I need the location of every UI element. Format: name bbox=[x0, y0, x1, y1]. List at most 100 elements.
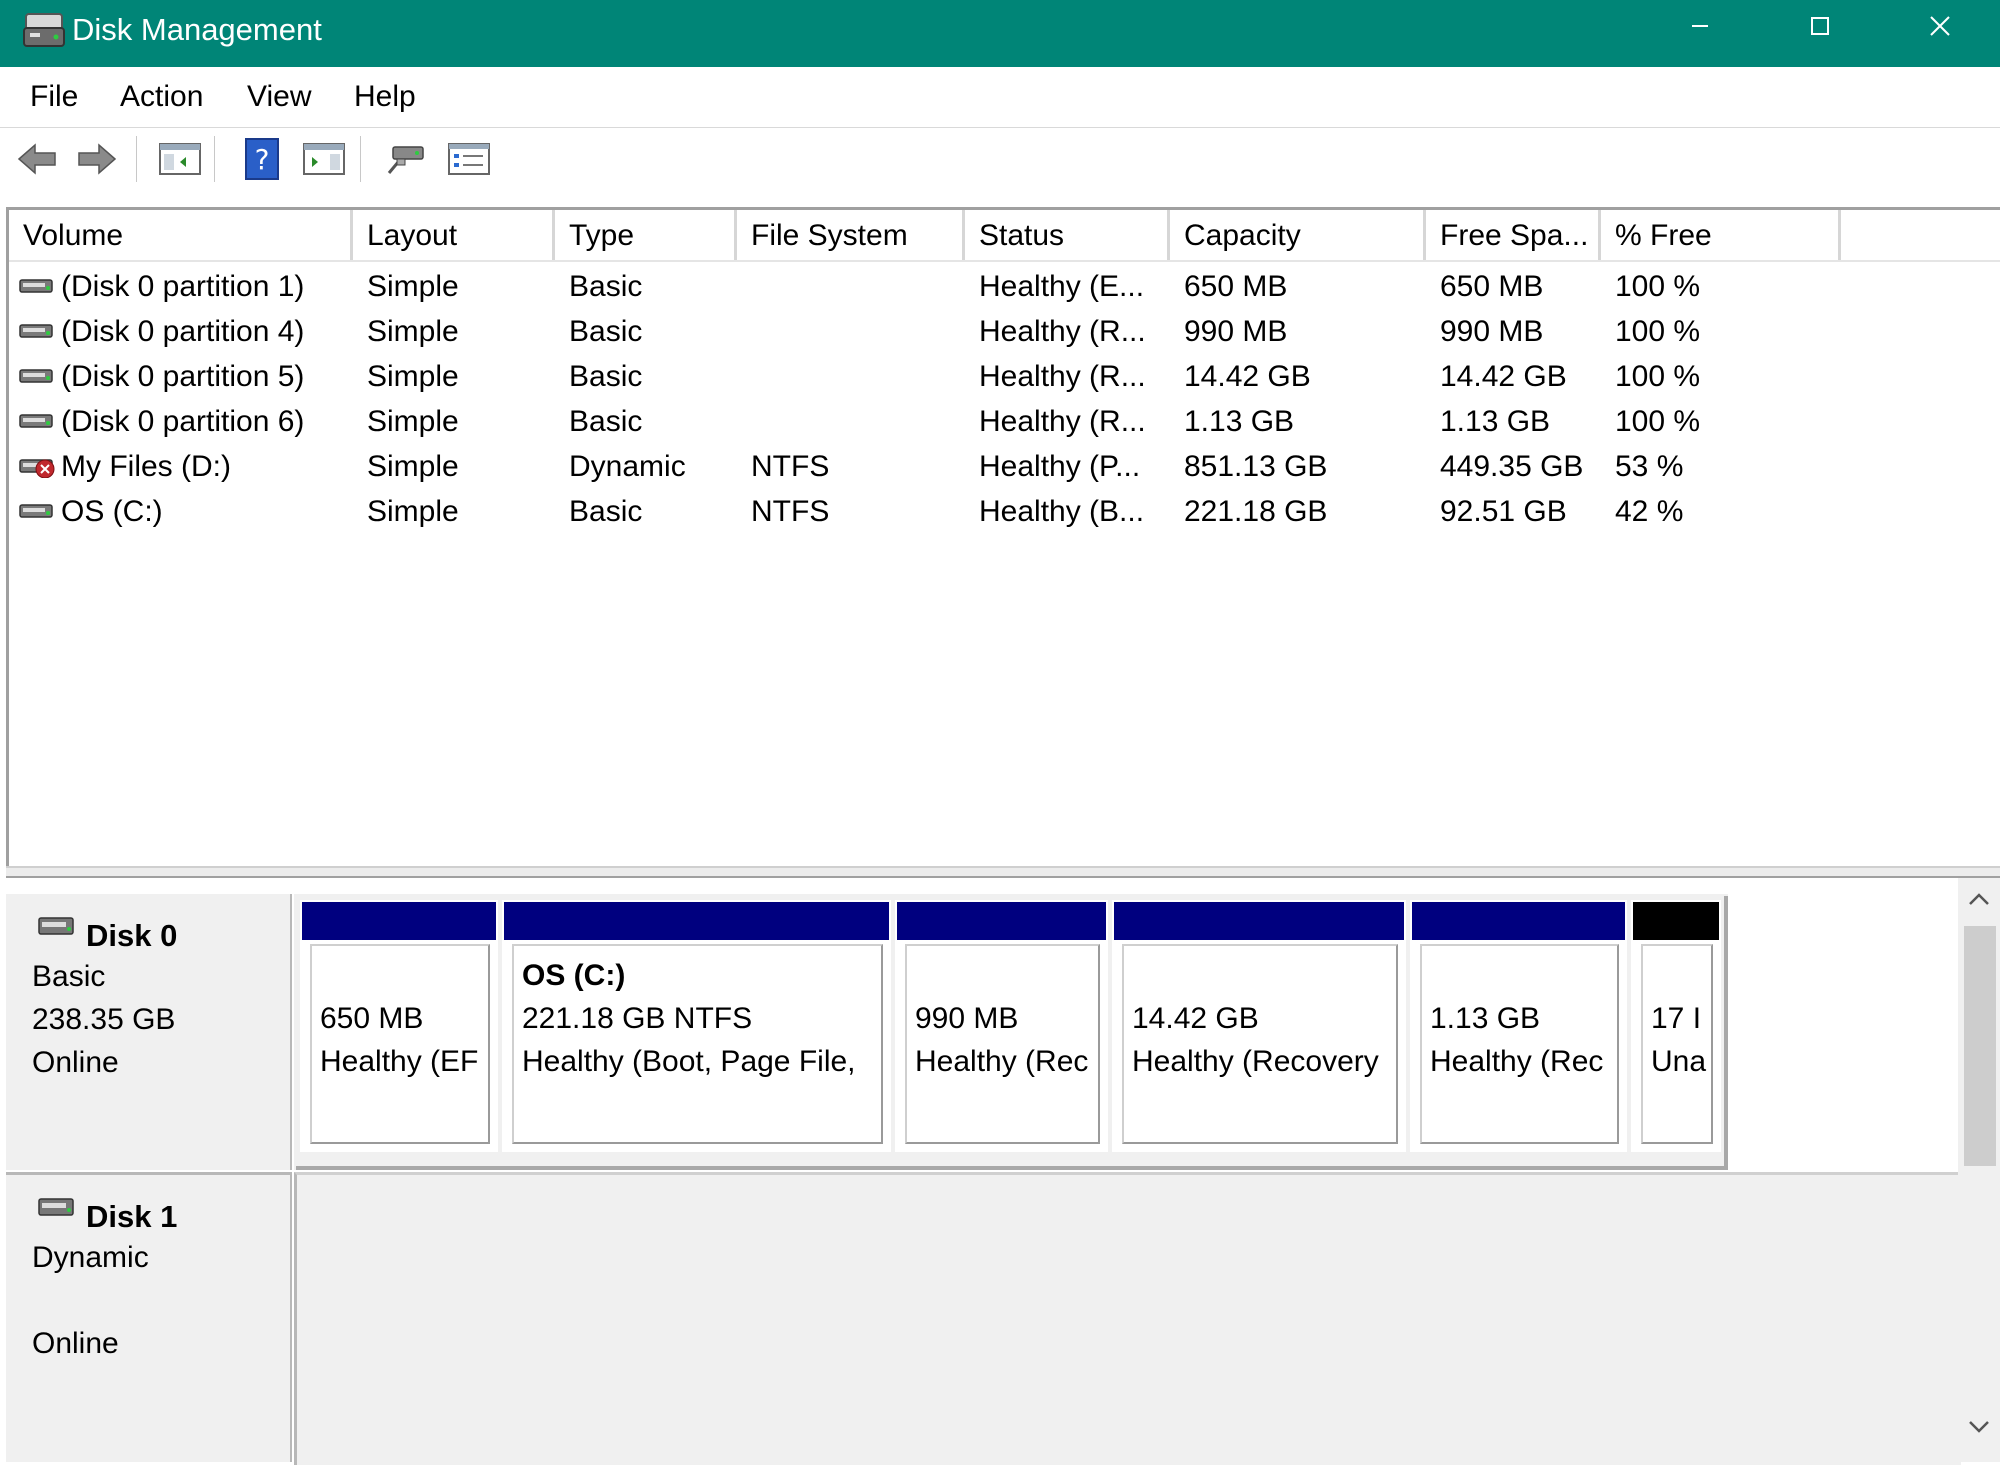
partition-status: Healthy (Recovery bbox=[1132, 1045, 1379, 1078]
cell-free-space: 14.42 GB bbox=[1440, 360, 1567, 393]
drive-icon bbox=[19, 414, 53, 428]
cell-capacity: 990 MB bbox=[1184, 315, 1288, 348]
scroll-down-icon[interactable] bbox=[1968, 1420, 1990, 1434]
cell-free-space: 650 MB bbox=[1440, 270, 1544, 303]
cell-percent-free: 100 % bbox=[1615, 360, 1701, 393]
help-button[interactable]: ? bbox=[237, 134, 287, 184]
partition-size: 221.18 GB NTFS bbox=[522, 1002, 753, 1035]
cell-volume: My Files (D:) bbox=[61, 450, 231, 483]
table-row[interactable]: (Disk 0 partition 1) Simple Basic Healthy (… bbox=[9, 264, 2000, 309]
close-button[interactable] bbox=[1880, 0, 2000, 52]
cell-free-space: 92.51 GB bbox=[1440, 495, 1567, 528]
scroll-up-icon[interactable] bbox=[1968, 892, 1990, 906]
maximize-button[interactable] bbox=[1760, 0, 1880, 52]
table-row[interactable]: OS (C:) Simple Basic NTFS Healthy (B... 221.1… bbox=[9, 489, 2000, 534]
cell-volume: (Disk 0 partition 4) bbox=[61, 315, 305, 348]
drive-error-icon bbox=[19, 459, 55, 478]
pane-splitter[interactable] bbox=[6, 866, 2000, 878]
cell-capacity: 851.13 GB bbox=[1184, 450, 1328, 483]
cell-file-system: NTFS bbox=[751, 495, 830, 528]
back-button[interactable] bbox=[12, 134, 62, 184]
partition-block[interactable]: 17 I Una bbox=[1631, 900, 1721, 1152]
table-row[interactable]: (Disk 0 partition 5) Simple Basic Healthy (… bbox=[9, 354, 2000, 399]
menu-bar: File Action View Help bbox=[0, 67, 2000, 128]
show-hide-console-tree-button[interactable] bbox=[155, 134, 205, 184]
cell-type: Basic bbox=[569, 405, 643, 438]
partition-size: 1.13 GB bbox=[1430, 1002, 1541, 1035]
cell-capacity: 1.13 GB bbox=[1184, 405, 1295, 438]
partition-body: 17 I Una bbox=[1641, 944, 1713, 1144]
disk-graphical-view: Disk 0 Basic 238.35 GB Online 650 MB Heal… bbox=[6, 878, 2000, 1465]
menu-action[interactable]: Action bbox=[120, 79, 203, 115]
cell-volume: (Disk 0 partition 6) bbox=[61, 405, 305, 438]
properties-button[interactable] bbox=[444, 134, 494, 184]
console-tree-icon bbox=[159, 143, 201, 175]
cell-percent-free: 53 % bbox=[1615, 450, 1684, 483]
scroll-thumb[interactable] bbox=[1964, 926, 1996, 1166]
table-row[interactable]: My Files (D:) Simple Dynamic NTFS Healthy (P… bbox=[9, 444, 2000, 489]
disk-icon bbox=[38, 1198, 74, 1216]
minimize-button[interactable] bbox=[1640, 0, 1760, 52]
partition-header-bar bbox=[1633, 902, 1719, 940]
column-header-status[interactable]: Status bbox=[965, 210, 1170, 260]
cell-type: Basic bbox=[569, 315, 643, 348]
close-icon bbox=[1930, 16, 1950, 36]
drive-icon bbox=[19, 504, 53, 518]
partition-status: Healthy (Rec bbox=[1430, 1045, 1604, 1078]
forward-icon bbox=[78, 143, 117, 175]
column-header-free-space[interactable]: Free Spa... bbox=[1426, 210, 1601, 260]
connect-button[interactable] bbox=[380, 134, 430, 184]
toolbar-separator bbox=[360, 136, 361, 182]
cell-layout: Simple bbox=[367, 270, 459, 303]
forward-button[interactable] bbox=[72, 134, 122, 184]
toolbar-separator bbox=[136, 136, 137, 182]
svg-text:?: ? bbox=[255, 143, 270, 176]
disk-0-label[interactable]: Disk 0 Basic 238.35 GB Online bbox=[6, 894, 292, 1170]
cell-layout: Simple bbox=[367, 495, 459, 528]
partition-block[interactable]: OS (C:) 221.18 GB NTFS Healthy (Boot, Page… bbox=[502, 900, 891, 1152]
menu-file[interactable]: File bbox=[30, 79, 78, 115]
column-header-file-system[interactable]: File System bbox=[737, 210, 965, 260]
cell-type: Basic bbox=[569, 270, 643, 303]
show-hide-action-pane-button[interactable] bbox=[299, 134, 349, 184]
partition-size: 990 MB bbox=[915, 1002, 1019, 1035]
toolbar: ? bbox=[0, 128, 2000, 190]
disk-name: Disk 1 bbox=[86, 1199, 178, 1234]
cell-status: Healthy (R... bbox=[979, 315, 1146, 348]
partition-title: OS (C:) bbox=[522, 959, 626, 992]
toolbar-separator bbox=[214, 136, 215, 182]
menu-help[interactable]: Help bbox=[354, 79, 416, 115]
cell-volume: OS (C:) bbox=[61, 495, 163, 528]
cell-percent-free: 42 % bbox=[1615, 495, 1684, 528]
cell-layout: Simple bbox=[367, 360, 459, 393]
minimize-icon bbox=[1692, 25, 1708, 27]
cell-percent-free: 100 % bbox=[1615, 315, 1701, 348]
menu-view[interactable]: View bbox=[247, 79, 311, 115]
column-header-layout[interactable]: Layout bbox=[353, 210, 555, 260]
partition-block[interactable]: 990 MB Healthy (Rec bbox=[895, 900, 1108, 1152]
partition-body: 650 MB Healthy (EF bbox=[310, 944, 490, 1144]
table-row[interactable]: (Disk 0 partition 4) Simple Basic Healthy (… bbox=[9, 309, 2000, 354]
partition-header-bar bbox=[1412, 902, 1625, 940]
connect-icon bbox=[387, 146, 424, 174]
disk-name: Disk 0 bbox=[86, 918, 178, 953]
table-row[interactable]: (Disk 0 partition 6) Simple Basic Healthy (… bbox=[9, 399, 2000, 444]
cell-percent-free: 100 % bbox=[1615, 405, 1701, 438]
maximize-icon bbox=[1811, 17, 1829, 35]
disk-1-label[interactable]: Disk 1 Dynamic Online bbox=[6, 1172, 292, 1462]
partition-block[interactable]: 650 MB Healthy (EF bbox=[300, 900, 498, 1152]
partition-block[interactable]: 1.13 GB Healthy (Rec bbox=[1410, 900, 1627, 1152]
action-pane-icon bbox=[303, 143, 345, 175]
column-header-percent-free[interactable]: % Free bbox=[1601, 210, 1841, 260]
partition-block[interactable]: 14.42 GB Healthy (Recovery bbox=[1112, 900, 1406, 1152]
column-header-capacity[interactable]: Capacity bbox=[1170, 210, 1426, 260]
drive-icon bbox=[19, 279, 53, 293]
properties-icon bbox=[448, 143, 490, 175]
column-header-type[interactable]: Type bbox=[555, 210, 737, 260]
partition-size: 650 MB bbox=[320, 1002, 424, 1035]
vertical-scrollbar[interactable] bbox=[1958, 878, 2000, 1462]
cell-status: Healthy (R... bbox=[979, 360, 1146, 393]
partition-status: Healthy (EF bbox=[320, 1045, 479, 1078]
cell-type: Basic bbox=[569, 360, 643, 393]
column-header-volume[interactable]: Volume bbox=[9, 210, 353, 260]
